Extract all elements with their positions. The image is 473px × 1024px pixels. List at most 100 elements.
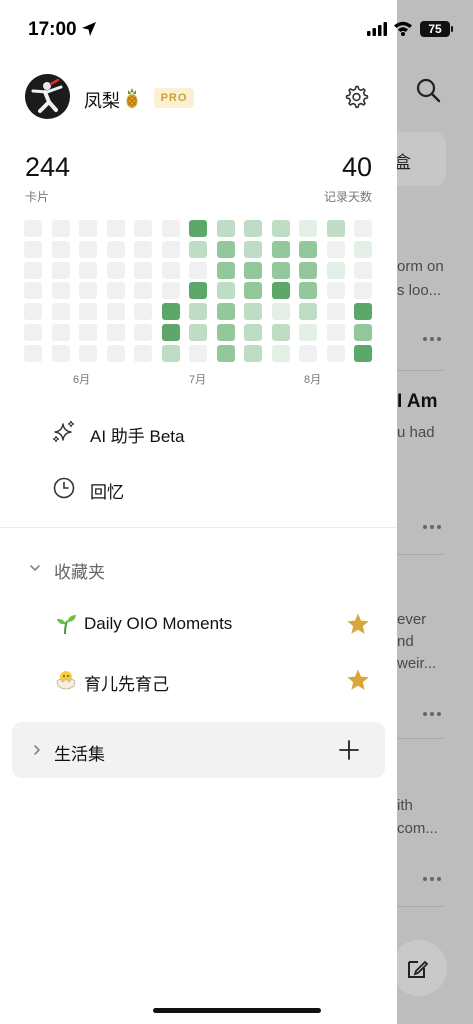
menu-item-memories[interactable]: 回忆 [0, 464, 397, 512]
heatmap-cell [24, 220, 42, 237]
heatmap-cell [24, 344, 42, 362]
chevron-right-icon[interactable] [30, 743, 44, 757]
avatar-figure [31, 78, 63, 113]
heatmap-cell [106, 282, 125, 300]
heatmap-cell [24, 282, 42, 300]
heatmap-cell [326, 344, 345, 362]
background-card-text: orm on [397, 258, 444, 275]
heatmap-cell [354, 324, 372, 341]
heatmap-cell [299, 282, 317, 300]
heatmap-cell [244, 344, 262, 362]
heatmap-cell [326, 240, 345, 258]
star-icon[interactable] [346, 668, 370, 692]
heatmap-cell [134, 261, 152, 279]
side-drawer: 凤梨 PRO 244 卡片 40 记录天数 6月 7月 8月 AI 助手 Bet… [0, 0, 397, 1024]
heatmap-cell [299, 261, 317, 279]
heatmap-cell [134, 240, 152, 258]
heatmap-cell [51, 240, 70, 258]
heatmap-cell [189, 282, 207, 300]
favorite-item[interactable]: 育儿先育己 [0, 656, 397, 704]
menu-item-ai-assistant[interactable]: AI 助手 Beta [0, 408, 397, 456]
heatmap-cell [326, 220, 345, 237]
heatmap-cell [271, 240, 290, 258]
plus-icon[interactable] [338, 739, 360, 761]
heatmap-cell [326, 303, 345, 321]
avatar[interactable] [25, 74, 70, 119]
menu-item-label: AI 助手 Beta [90, 427, 185, 446]
background-card-title: I Am [397, 391, 438, 412]
favorites-section-header[interactable]: 收藏夹 [54, 558, 105, 583]
background-card-text: weir... [397, 655, 437, 672]
record-days-count: 40 [341, 152, 372, 182]
heatmap-cell [134, 324, 152, 341]
heatmap-cell [24, 240, 42, 258]
heatmap-cell [24, 303, 42, 321]
heatmap-cell [216, 324, 235, 341]
heatmap-cell [354, 303, 372, 321]
heatmap-cell [51, 324, 70, 341]
heatmap-month-label: 7月 [189, 374, 207, 386]
heatmap-cell [271, 324, 290, 341]
heatmap-cell [189, 261, 207, 279]
heatmap-cell [79, 344, 97, 362]
heatmap-cell [161, 240, 180, 258]
compose-button[interactable] [391, 940, 447, 996]
background-card-text: s loo... [397, 282, 442, 299]
heatmap-cell [299, 344, 317, 362]
menu-item-label: 回忆 [90, 483, 124, 502]
chevron-down-icon[interactable] [28, 561, 42, 575]
collection-row[interactable]: 生活集 [12, 722, 385, 778]
divider [0, 527, 397, 528]
sparkles-icon [52, 420, 75, 443]
heatmap-cell [51, 282, 70, 300]
more-options-icon[interactable] [423, 703, 447, 716]
heatmap-cell [189, 220, 207, 237]
divider [397, 370, 445, 371]
heatmap-cell [134, 220, 152, 237]
heatmap-cell [134, 344, 152, 362]
pro-badge: PRO [154, 88, 194, 108]
heatmap-cell [216, 261, 235, 279]
heatmap-month-label: 6月 [73, 374, 91, 386]
heatmap-cell [299, 220, 317, 237]
status-bar: 17:00 75 [0, 0, 473, 56]
more-options-icon[interactable] [423, 516, 447, 529]
background-card-text: u had [397, 424, 435, 441]
collection-label: 生活集 [54, 745, 105, 764]
heatmap-cell [79, 220, 97, 237]
status-time: 17:00 [28, 19, 77, 40]
heatmap-cell [134, 282, 152, 300]
cards-count: 244 [25, 152, 71, 182]
background-card-text: ith [397, 797, 413, 814]
heatmap-cell [326, 261, 345, 279]
background-card-text: com... [397, 820, 438, 837]
heatmap-month-label: 8月 [304, 374, 322, 386]
heatmap-cell [51, 303, 70, 321]
heatmap-cell [216, 303, 235, 321]
heatmap-cell [51, 344, 70, 362]
heatmap-cell [106, 324, 125, 341]
heatmap-cell [244, 261, 262, 279]
heatmap-cell [106, 240, 125, 258]
heatmap-cell [326, 282, 345, 300]
heatmap-cell [189, 324, 207, 341]
more-options-icon[interactable] [423, 868, 447, 881]
heatmap-cell [244, 303, 262, 321]
more-options-icon[interactable] [423, 328, 447, 341]
gear-icon[interactable] [343, 84, 369, 110]
compose-icon [408, 960, 429, 978]
username[interactable]: 凤梨 [84, 87, 120, 113]
heatmap-cell [326, 324, 345, 341]
heatmap-cell [354, 261, 372, 279]
star-icon[interactable] [346, 612, 370, 636]
seedling-icon [57, 615, 76, 635]
heatmap-cell [161, 324, 180, 341]
heatmap-cell [51, 220, 70, 237]
home-indicator[interactable] [153, 1008, 321, 1013]
heatmap-cell [106, 303, 125, 321]
favorite-item[interactable]: Daily OIO Moments [0, 600, 397, 648]
heatmap-cell [106, 261, 125, 279]
search-icon[interactable] [414, 76, 442, 104]
heatmap-cell [354, 344, 372, 362]
heatmap-cell [354, 240, 372, 258]
